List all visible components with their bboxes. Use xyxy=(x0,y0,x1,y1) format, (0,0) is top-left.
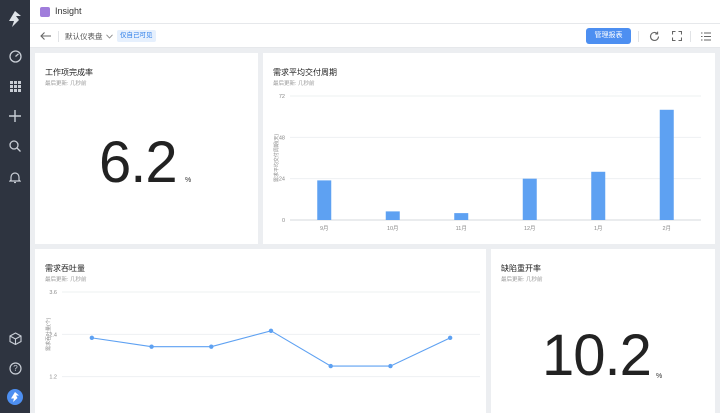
user-avatar-icon[interactable] xyxy=(6,388,24,406)
x-tick-label: 1月 xyxy=(594,225,603,232)
data-point xyxy=(209,344,214,349)
search-icon[interactable] xyxy=(6,137,24,155)
data-point xyxy=(268,328,274,334)
chevron-down-icon xyxy=(105,34,113,39)
series-line xyxy=(91,330,451,367)
y-axis-label: 需求吞吐量(个) xyxy=(45,317,52,351)
y-tick-label: 3.6 xyxy=(49,290,57,296)
x-tick-label: 9月 xyxy=(320,225,329,232)
dashboard-name: 默认仪表盘 xyxy=(65,32,103,41)
card-title: 缺陷重开率 xyxy=(501,264,541,273)
divider xyxy=(690,31,691,42)
manage-reports-button[interactable]: 管理报表 xyxy=(586,28,631,44)
bar xyxy=(317,180,332,220)
cube-icon[interactable] xyxy=(6,329,24,347)
divider xyxy=(58,31,59,42)
y-tick-label: 1.2 xyxy=(49,375,57,381)
data-point xyxy=(447,335,453,341)
bar xyxy=(385,211,400,220)
metric-unit: % xyxy=(185,177,192,184)
bar xyxy=(591,171,606,220)
last-updated: 最后更新: 几秒前 xyxy=(45,81,87,87)
visibility-badge: 仅自己可见 xyxy=(117,30,156,42)
card-throughput: 需求吞吐量 最后更新: 几秒前 1.2 2.4 3.6 需求吞吐量(个) xyxy=(35,249,486,413)
bar xyxy=(454,213,469,220)
dashboard-icon[interactable] xyxy=(6,47,24,65)
x-tick-label: 11月 xyxy=(456,225,467,232)
bar xyxy=(522,178,537,220)
divider xyxy=(638,31,639,42)
dashboard-select[interactable]: 默认仪表盘 xyxy=(65,31,113,42)
metric-unit: % xyxy=(656,373,663,380)
data-point xyxy=(328,363,333,369)
x-tick-label: 10月 xyxy=(387,225,399,232)
metric-value: 6.2 xyxy=(99,130,178,195)
data-point xyxy=(388,363,393,369)
x-tick-label: 2月 xyxy=(662,225,671,232)
x-tick-label: 12月 xyxy=(524,225,536,232)
line-chart: 1.22.43.6需求吞吐量(个) xyxy=(45,290,480,381)
plus-icon[interactable] xyxy=(6,107,24,125)
data-point xyxy=(89,335,95,341)
app-logo-icon xyxy=(40,7,50,17)
card-delivery-cycle: 需求平均交付周期 最后更新: 几秒前 0 24 48 72 需求平均交付周期(天) 9月 1… xyxy=(263,53,715,244)
refresh-icon[interactable] xyxy=(648,30,660,42)
data-point xyxy=(149,344,154,349)
help-icon[interactable]: ? xyxy=(6,359,24,377)
card-reopen-rate: 缺陷重开率 最后更新: 几秒前 10.2 % xyxy=(491,249,715,413)
logo-icon[interactable] xyxy=(6,10,24,28)
y-tick-label: 72 xyxy=(279,94,285,100)
card-completion-rate: 工作项完成率 最后更新: 几秒前 6.2 % xyxy=(35,53,258,244)
app-title: Insight xyxy=(55,6,82,16)
apps-grid-icon[interactable] xyxy=(6,77,24,95)
y-tick-label: 0 xyxy=(282,218,285,224)
metric-value: 10.2 xyxy=(542,323,652,388)
bar xyxy=(659,109,674,220)
fullscreen-icon[interactable] xyxy=(671,30,683,42)
svg-text:?: ? xyxy=(13,364,18,373)
bell-icon[interactable] xyxy=(6,168,24,186)
dashboard-toolbar: 默认仪表盘 仅自己可见 管理报表 xyxy=(30,24,720,48)
list-icon[interactable] xyxy=(700,30,712,42)
left-sidebar: ? xyxy=(0,0,30,413)
bar-chart: 0244872需求平均交付周期(天)9月 10月 11月 12月 1月 2月 xyxy=(273,94,701,232)
back-arrow-icon[interactable] xyxy=(39,29,53,43)
app-header: Insight xyxy=(30,0,720,24)
y-axis-label: 需求平均交付周期(天) xyxy=(273,134,280,183)
last-updated: 最后更新: 几秒前 xyxy=(501,277,543,283)
card-title: 工作项完成率 xyxy=(45,68,93,77)
